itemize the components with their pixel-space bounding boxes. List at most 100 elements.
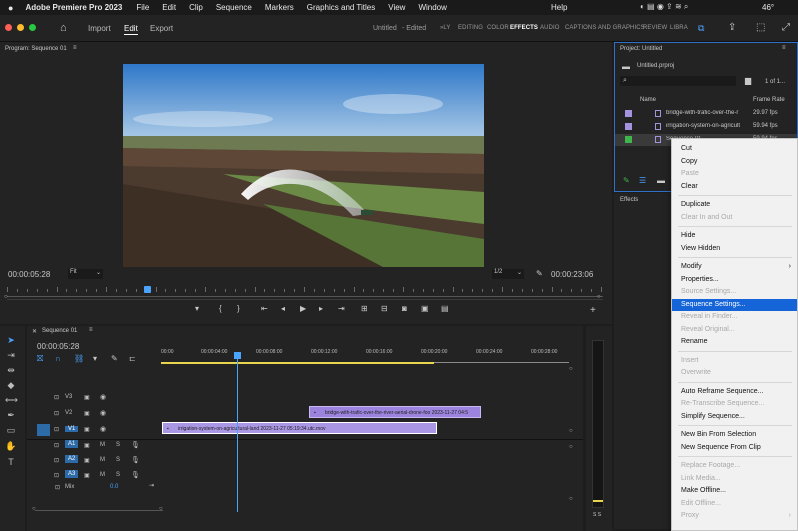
source-patch[interactable]	[37, 392, 50, 404]
lock-icon[interactable]: ⊡	[54, 410, 59, 417]
menu-graphics-and-titles[interactable]: Graphics and Titles	[307, 3, 375, 12]
menu-help[interactable]: Help	[551, 3, 567, 12]
go-to-out-icon[interactable]: ⇥	[338, 304, 345, 313]
maximize-window-button[interactable]	[29, 24, 36, 31]
nest-icon[interactable]: ⛝	[37, 354, 43, 364]
track-name[interactable]: V2	[65, 410, 72, 416]
step-back-icon[interactable]: ◂	[281, 304, 285, 313]
context-menu-item-new-sequence-from-clip[interactable]: New Sequence From Clip	[672, 442, 797, 454]
lock-icon[interactable]: ⊡	[54, 394, 59, 401]
context-menu-item-properties[interactable]: Properties...	[672, 274, 797, 286]
context-menu-item-rename[interactable]: Rename	[672, 336, 797, 348]
sync-icon[interactable]: ▣	[84, 442, 90, 449]
project-item[interactable]: bridge-with-trafic-over-the-r 29.97 fps	[615, 108, 797, 120]
workspace-review[interactable]: REVIEW	[643, 25, 667, 31]
sync-icon[interactable]: ▣	[84, 410, 90, 417]
track-select-tool-icon[interactable]: ⇥	[5, 349, 17, 361]
meter-solo-label[interactable]: S S	[593, 512, 601, 518]
add-marker-icon[interactable]: ▾	[195, 304, 199, 313]
compare-view-icon[interactable]: ▣	[421, 304, 429, 313]
minimize-window-button[interactable]	[17, 24, 24, 31]
column-frame-rate-header[interactable]: Frame Rate	[753, 97, 785, 103]
context-menu-item-cut[interactable]: Cut	[672, 143, 797, 155]
type-tool-icon[interactable]: T	[5, 456, 17, 468]
selection-tool-icon[interactable]: ➤	[5, 334, 17, 346]
microphone-icon[interactable]: 🎙	[131, 441, 140, 449]
tab-edit[interactable]: Edit	[124, 24, 138, 35]
context-menu-item-paste[interactable]: Paste	[672, 168, 797, 180]
menu-edit[interactable]: Edit	[162, 3, 176, 12]
context-menu-item-clear-in-and-out[interactable]: Clear In and Out	[672, 212, 797, 224]
list-view-icon[interactable]: ☰	[639, 176, 646, 185]
home-icon[interactable]: ⌂	[60, 22, 67, 34]
snap-icon[interactable]: ∩	[55, 354, 61, 363]
timeline-clip-v2[interactable]: ▪ bridge-with-trafic-over-the-river-aeri…	[309, 406, 481, 418]
apple-icon[interactable]: ●	[8, 3, 13, 13]
new-bin-icon[interactable]: ▆	[745, 76, 751, 85]
close-tab-icon[interactable]: ✕	[32, 328, 37, 335]
lock-icon[interactable]: ⊡	[54, 426, 59, 433]
context-menu-item-replace-footage[interactable]: Replace Footage...	[672, 460, 797, 472]
lift-icon[interactable]: ⊞	[361, 304, 368, 313]
context-menu-item-clear[interactable]: Clear	[672, 181, 797, 193]
timeline-clip-v1[interactable]: ▪ irrigation-system-on-agricultural-land…	[162, 422, 437, 434]
source-patch[interactable]	[37, 408, 50, 420]
track-name[interactable]: V3	[65, 394, 72, 400]
icon-view-icon[interactable]: ▬	[657, 176, 665, 185]
program-scrubber[interactable]	[7, 286, 603, 297]
pencil-icon[interactable]: ✎	[623, 176, 630, 185]
quick-export-icon[interactable]: ⇪	[728, 22, 736, 33]
zoom-fit-select[interactable]: Fit ⌄	[68, 269, 103, 279]
context-menu-item-new-bin-from-selection[interactable]: New Bin From Selection	[672, 429, 797, 441]
solo-button[interactable]: S	[116, 442, 120, 448]
mark-out-icon[interactable]: }	[237, 304, 240, 313]
menu-clip[interactable]: Clip	[189, 3, 203, 12]
ripple-edit-tool-icon[interactable]: ⇹	[5, 364, 17, 376]
step-forward-icon[interactable]: ▸	[319, 304, 323, 313]
context-menu-item-auto-reframe-sequence[interactable]: Auto Reframe Sequence...	[672, 386, 797, 398]
work-area-bar[interactable]	[161, 362, 434, 364]
workspaces-icon[interactable]: ⧉	[698, 23, 704, 34]
workspace-effects[interactable]: EFFECTS	[510, 25, 538, 31]
solo-button[interactable]: S	[116, 472, 120, 478]
lock-icon[interactable]: ⊡	[54, 442, 59, 449]
close-window-button[interactable]	[5, 24, 12, 31]
context-menu-item-proxy[interactable]: Proxy ›	[672, 510, 797, 522]
captions-icon[interactable]: ⊏	[129, 354, 136, 363]
context-menu-item-link-media[interactable]: Link Media...	[672, 473, 797, 485]
workspace-color[interactable]: COLOR	[487, 25, 509, 31]
export-frame-icon[interactable]: ◙	[402, 304, 407, 313]
horizontal-scrollbar[interactable]	[35, 510, 163, 511]
workspace-libraries[interactable]: LIBRA	[670, 25, 688, 31]
rectangle-tool-icon[interactable]: ▭	[5, 424, 17, 436]
project-item[interactable]: irrigation-system-on-agricult 59.94 fps	[615, 121, 797, 133]
eye-icon[interactable]: ◉	[100, 393, 106, 401]
play-icon[interactable]: ▶	[300, 304, 306, 313]
mute-button[interactable]: M	[100, 457, 105, 463]
sync-icon[interactable]: ▣	[84, 457, 90, 464]
panel-menu-icon[interactable]: ≡	[782, 45, 786, 51]
vertical-scroll-handle[interactable]: ○	[569, 428, 573, 443]
timeline-playhead[interactable]	[237, 352, 238, 512]
scroll-handle-right[interactable]: ○	[159, 506, 163, 521]
fullscreen-icon[interactable]: ⤢	[782, 22, 790, 33]
timeline-timecode[interactable]: 00:00:05:28	[37, 342, 79, 351]
sync-icon[interactable]: ▣	[84, 394, 90, 401]
context-menu-item-simplify-sequence[interactable]: Simplify Sequence...	[672, 411, 797, 423]
mix-lock-icon[interactable]: ⊡	[55, 484, 60, 499]
tab-import[interactable]: Import	[88, 24, 111, 33]
mark-in-icon[interactable]: {	[219, 304, 222, 313]
menu-markers[interactable]: Markers	[265, 3, 294, 12]
microphone-icon[interactable]: 🎙	[131, 471, 140, 479]
mute-button[interactable]: M	[100, 472, 105, 478]
timeline-tab-title[interactable]: Sequence 01	[42, 328, 77, 334]
mix-value[interactable]: 0.0	[110, 484, 118, 499]
pen-tool-icon[interactable]: ✒	[5, 409, 17, 421]
context-menu-item-hide[interactable]: Hide	[672, 230, 797, 242]
track-name[interactable]: A2	[65, 455, 79, 463]
add-button-icon[interactable]: +	[590, 305, 596, 316]
menu-file[interactable]: File	[136, 3, 149, 12]
context-menu-item-overwrite[interactable]: Overwrite	[672, 367, 797, 379]
workspace-overflow[interactable]: »LY	[440, 25, 451, 31]
scroll-bar[interactable]	[7, 299, 603, 300]
